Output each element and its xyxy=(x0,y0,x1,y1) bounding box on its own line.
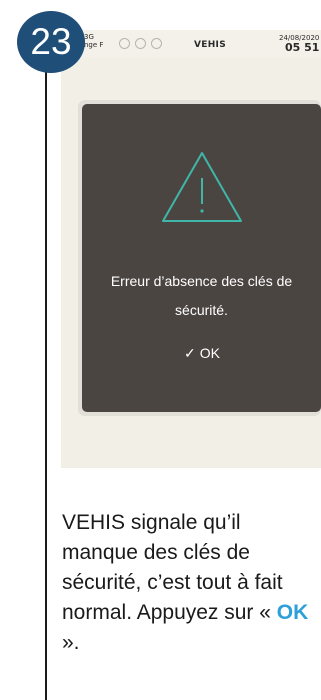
checkmark-icon: ✓ xyxy=(184,345,196,361)
caption-text-end: ». xyxy=(62,631,80,654)
instruction-caption: VEHIS signale qu’il manque des clés de s… xyxy=(62,508,314,658)
status-time: 05 51 xyxy=(285,41,320,54)
error-dialog: Erreur d’absence des clés de sécurité. ✓… xyxy=(82,104,321,412)
error-message-line1: Erreur d’absence des clés de xyxy=(110,273,293,289)
carrier-name: nge F xyxy=(84,41,104,49)
phone-screen: 3G nge F VEHIS 24/08/2020 05 51 Erreur d… xyxy=(61,30,321,468)
gps-icon xyxy=(119,38,130,49)
ok-button-label: OK xyxy=(199,345,220,361)
network-type: 3G xyxy=(84,33,94,41)
lock-icon xyxy=(135,38,146,49)
ok-button[interactable]: ✓ OK xyxy=(162,340,242,366)
step-badge: 23 xyxy=(17,11,85,73)
caption-ok-highlight: OK xyxy=(276,601,309,624)
app-name: VEHIS xyxy=(194,40,226,50)
warning-triangle-icon xyxy=(162,152,242,222)
error-message-line2: sécurité. xyxy=(175,302,228,318)
caption-text: VEHIS signale qu’il manque des clés de s… xyxy=(62,511,283,624)
step-number: 23 xyxy=(30,21,72,62)
info-icon xyxy=(151,38,162,49)
status-bar: 3G nge F VEHIS 24/08/2020 05 51 xyxy=(61,30,321,57)
frame-left-border xyxy=(45,40,47,700)
